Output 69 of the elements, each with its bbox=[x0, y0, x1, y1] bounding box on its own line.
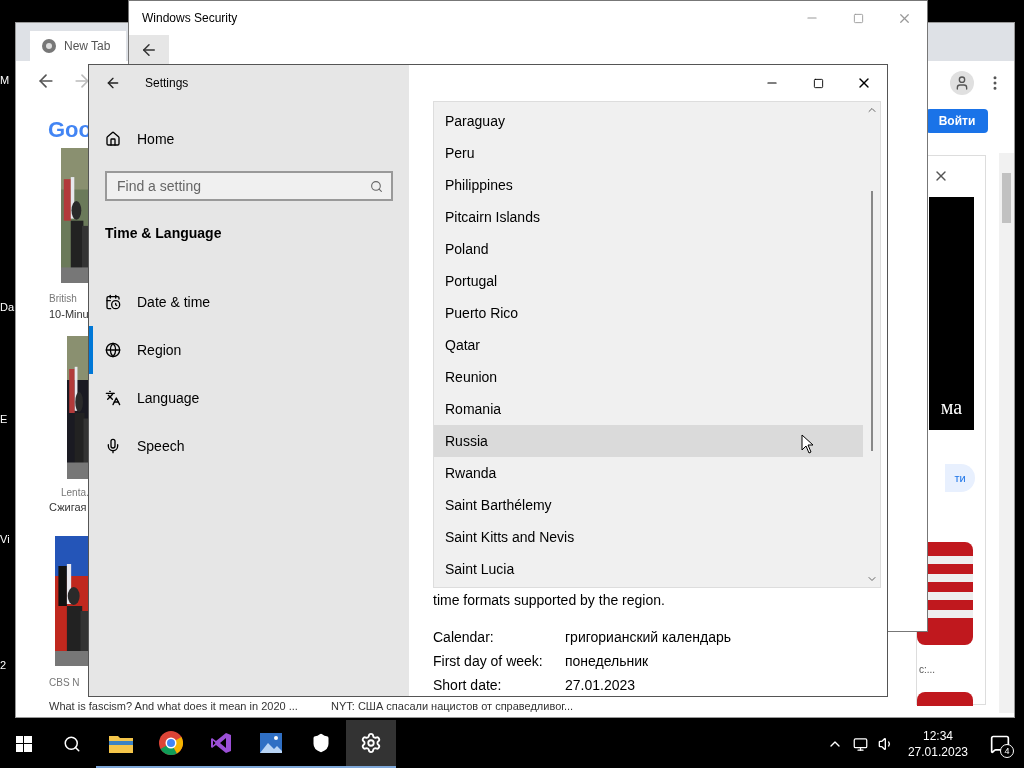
desktop-icon-label[interactable]: E bbox=[0, 411, 15, 428]
search-icon bbox=[370, 180, 383, 193]
section-title: Time & Language bbox=[104, 224, 223, 243]
format-value: 27.01.2023 bbox=[565, 676, 636, 695]
microphone-icon bbox=[105, 438, 121, 454]
format-label: Calendar: bbox=[433, 628, 495, 647]
news-snippet: с:... bbox=[919, 663, 936, 677]
settings-icon[interactable] bbox=[346, 720, 396, 768]
country-option[interactable]: Reunion bbox=[434, 361, 863, 393]
country-option[interactable]: Saint Barthélemy bbox=[434, 489, 863, 521]
search-icon bbox=[63, 735, 81, 753]
maximize-icon bbox=[852, 12, 864, 24]
nav-item[interactable]: Home bbox=[89, 117, 409, 161]
follow-button[interactable]: ти bbox=[945, 464, 975, 492]
nav-item[interactable]: Language bbox=[89, 374, 409, 422]
format-value: григорианский календарь bbox=[565, 628, 732, 647]
browser-tab[interactable]: New Tab bbox=[30, 31, 126, 61]
desktop-icon-label[interactable]: Da bbox=[0, 298, 15, 315]
format-label: Short date: bbox=[433, 676, 503, 695]
sign-in-button[interactable]: Войти bbox=[926, 109, 988, 133]
language-icon bbox=[105, 390, 121, 406]
nav-item[interactable]: Date & time bbox=[89, 278, 409, 326]
format-label: First day of week: bbox=[433, 652, 544, 671]
desktop-icon-label[interactable]: 2 bbox=[0, 657, 15, 674]
notification-count: 4 bbox=[1000, 744, 1014, 758]
region-description: time formats supported by the region. bbox=[433, 591, 666, 610]
back-icon[interactable] bbox=[105, 75, 121, 91]
back-button[interactable] bbox=[129, 35, 169, 64]
maximize-icon bbox=[812, 77, 824, 89]
news-headline[interactable]: NYT: США спасали нацистов от справедливог... bbox=[331, 700, 574, 713]
search-field[interactable]: Find a setting bbox=[105, 171, 393, 201]
news-image bbox=[917, 692, 973, 706]
country-option[interactable]: Poland bbox=[434, 233, 863, 265]
country-option[interactable]: Pitcairn Islands bbox=[434, 201, 863, 233]
desktop-icon-label[interactable]: Vi bbox=[0, 530, 15, 547]
browser-logo-icon bbox=[42, 39, 56, 53]
image-caption: ма bbox=[940, 395, 963, 420]
country-option[interactable]: Paraguay bbox=[434, 105, 863, 137]
news-source: British bbox=[49, 292, 77, 306]
window-title: Settings bbox=[145, 75, 189, 92]
country-option[interactable]: Rwanda bbox=[434, 457, 863, 489]
nav-item[interactable]: Region bbox=[89, 326, 409, 374]
globe-icon bbox=[105, 342, 121, 358]
country-option[interactable]: Saint Kitts and Nevis bbox=[434, 521, 863, 553]
country-option[interactable]: Peru bbox=[434, 137, 863, 169]
mouse-cursor-icon bbox=[801, 434, 814, 454]
avatar-icon[interactable] bbox=[950, 71, 974, 95]
news-headline[interactable]: 10-Minu bbox=[49, 306, 89, 323]
country-option[interactable]: Portugal bbox=[434, 265, 863, 297]
nav-item[interactable]: Speech bbox=[89, 422, 409, 470]
home-icon bbox=[105, 131, 121, 147]
window-title: Windows Security bbox=[142, 10, 238, 27]
news-source: CBS N bbox=[49, 676, 80, 690]
country-option[interactable]: Qatar bbox=[434, 329, 863, 361]
country-option[interactable]: Romania bbox=[434, 393, 863, 425]
format-value: понедельник bbox=[565, 652, 649, 671]
scrollbar[interactable] bbox=[999, 153, 1014, 713]
calendar-clock-icon bbox=[105, 294, 121, 310]
country-option[interactable]: Russia bbox=[434, 425, 863, 457]
country-option[interactable]: Saint Lucia bbox=[434, 553, 863, 585]
network-icon[interactable] bbox=[852, 736, 868, 752]
country-option[interactable]: Philippines bbox=[434, 169, 863, 201]
news-headline[interactable]: What is fascism? And what does it mean in 2020 ... bbox=[49, 700, 298, 713]
news-headline[interactable]: Сжигая bbox=[49, 499, 87, 516]
country-option[interactable]: Puerto Rico bbox=[434, 297, 863, 329]
windows-logo-icon bbox=[16, 736, 32, 752]
clock[interactable]: 12:34 27.01.2023 bbox=[903, 728, 972, 760]
news-source: Lenta. bbox=[61, 486, 89, 500]
desktop-icon-label[interactable]: M bbox=[0, 72, 15, 89]
